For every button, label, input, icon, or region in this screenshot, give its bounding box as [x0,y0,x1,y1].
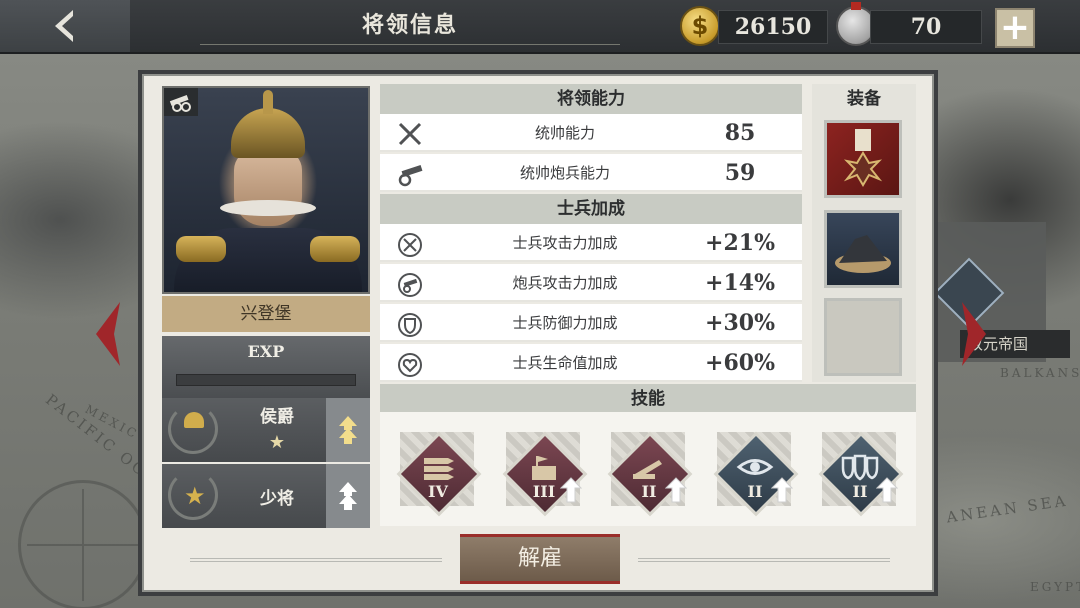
eye-icon [736,459,774,475]
portrait-moustache [220,200,316,216]
dismiss-general-button[interactable]: 解雇 [460,534,620,584]
noble-rank-row: 侯爵 ★ [162,398,370,462]
back-button[interactable] [0,0,130,52]
plus-icon: + [999,7,1031,48]
ability-value: 59 [724,160,756,186]
upgrade-noble-rank-button[interactable] [326,398,370,462]
skill-fortress[interactable]: III [494,424,588,517]
skill-level: IV [428,482,448,501]
map-label-balkans: BALKANS [1000,366,1080,380]
bonus-row: 士兵生命值加成 +60% [380,344,802,382]
ability-header: 将领能力 [380,84,802,114]
portrait-helmet-spike [263,90,273,114]
footer-rule-left [190,558,442,562]
noble-rank-stars: ★ [268,432,286,453]
bonus-value: +60% [705,350,775,376]
bonus-header: 士兵加成 [380,194,802,224]
ability-row: 统帅能力 85 [380,114,802,152]
skill-eye[interactable]: II [705,424,799,517]
ability-label: 统帅炮兵能力 [519,164,610,182]
portrait-helmet [231,108,305,158]
skill-shields[interactable]: II [810,424,904,517]
portrait-epaulet-left [176,236,226,262]
skills-header: 技能 [380,384,916,414]
heart-up-icon [398,353,422,377]
ability-value: 85 [724,120,756,146]
bonus-row: 士兵防御力加成 +30% [380,304,802,342]
bonus-label: 士兵防御力加成 [512,314,618,332]
bonus-value: +14% [705,270,775,296]
cannon-icon [398,165,423,187]
crossed-swords-icon [398,122,422,146]
skill-upgrade-arrow-icon [560,477,582,503]
equipment-slot-empty[interactable] [824,298,902,376]
military-rank-row: ★ 少将 [162,464,370,528]
bonus-value: +21% [705,230,775,256]
top-bar: 将领信息 $ 26150 70 + [0,0,1080,54]
ability-label: 统帅能力 [534,124,595,142]
attack-up-icon [398,233,422,257]
triple-shield-icon [841,454,879,481]
exp-label: EXP [247,342,285,361]
bonus-label: 士兵攻击力加成 [512,234,618,252]
skill-upgrade-arrow-icon [665,477,687,503]
portrait-epaulet-right [310,236,360,262]
bonus-row: 炮兵攻击力加成 +14% [380,264,802,302]
previous-general-arrow-icon[interactable] [96,302,122,366]
equipment-slot-material[interactable] [824,210,902,288]
mineral-pile-icon [835,235,891,273]
exp-box: EXP [162,336,370,398]
exp-bar [176,374,356,386]
add-currency-button[interactable]: + [995,8,1035,48]
general-portrait [162,86,370,294]
ability-row: 统帅炮兵能力 59 [380,154,802,192]
page-title: 将领信息 [361,12,458,38]
bonus-value: +30% [705,310,775,336]
equipment-slot-medal[interactable] [824,120,902,198]
noble-rank-title: 侯爵 [260,407,294,427]
gold-coin-icon: $ [680,6,720,46]
skill-upgrade-arrow-icon [876,477,898,503]
double-up-arrow-icon [339,416,357,444]
rockets-icon [424,458,454,480]
footer-rule-right [638,558,890,562]
skill-rockets[interactable]: IV [388,424,482,517]
artillery-class-icon [164,88,198,116]
fortress-icon [532,456,556,480]
upgrade-military-rank-button[interactable] [326,464,370,528]
general-name: 兴登堡 [162,296,370,332]
artillery-up-icon [398,273,422,297]
back-arrow-icon [55,10,73,42]
shield-up-icon [398,313,422,337]
double-up-arrow-icon [339,482,357,510]
artillery-icon [633,460,662,479]
iron-cross-medal-icon [843,129,883,187]
star-insignia-icon: ★ [184,482,206,510]
bonus-row: 士兵攻击力加成 +21% [380,224,802,262]
gold-amount: 26150 [718,10,828,44]
military-rank-title: 少将 [260,489,294,509]
skill-upgrade-arrow-icon [771,477,793,503]
skill-artillery[interactable]: II [599,424,693,517]
medal-amount: 70 [870,10,982,44]
hat-icon [184,412,204,428]
equipment-header: 装备 [812,84,916,114]
bonus-label: 士兵生命值加成 [512,354,618,372]
compass-rose-icon [18,480,148,608]
map-label-egypt: EGYPT [1030,580,1080,594]
title-underline [200,44,620,45]
bonus-label: 炮兵攻击力加成 [512,274,618,292]
next-general-arrow-icon[interactable] [960,302,986,366]
